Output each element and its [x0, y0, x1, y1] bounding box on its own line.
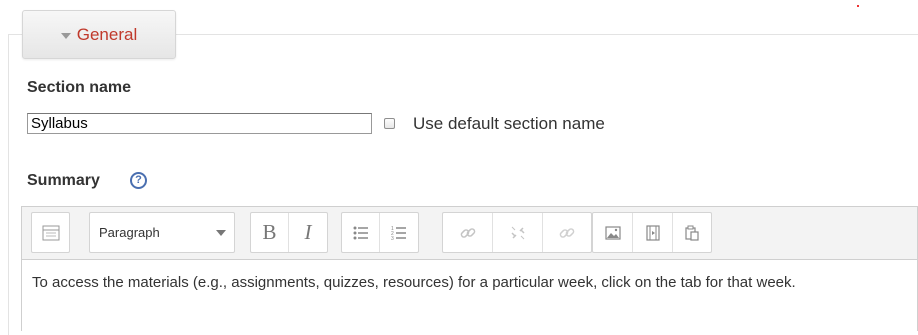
paragraph-format-select[interactable]: Paragraph — [90, 213, 234, 252]
italic-button[interactable]: I — [289, 213, 327, 252]
unordered-list-button[interactable] — [342, 213, 380, 252]
media-icon — [645, 224, 660, 241]
editor-content[interactable]: To access the materials (e.g., assignmen… — [21, 260, 918, 331]
help-icon[interactable]: ? — [130, 172, 147, 189]
summary-editor: Paragraph B I 1 2 3 To access the materi… — [21, 206, 918, 331]
toolbar-group-toggle — [31, 212, 70, 253]
link-icon — [460, 227, 475, 238]
general-section-label: General — [76, 24, 138, 44]
clipboard-icon — [685, 225, 699, 241]
bold-icon: B — [262, 220, 277, 244]
toolbar-group-links — [442, 212, 592, 253]
toolbar-group-lists: 1 2 3 — [341, 212, 419, 253]
paragraph-format-value: Paragraph — [99, 225, 160, 240]
marker-dot — [857, 5, 859, 7]
general-section-toggle[interactable]: General — [22, 10, 176, 59]
toolbar-group-format: Paragraph — [89, 212, 235, 253]
dropdown-caret-icon — [216, 229, 226, 236]
chain-icon — [559, 227, 575, 238]
toolbar-group-style: B I — [250, 212, 328, 253]
toolbar-group-media — [592, 212, 712, 253]
media-button[interactable] — [633, 213, 673, 252]
italic-icon: I — [304, 220, 312, 244]
unlink-button[interactable] — [493, 213, 543, 252]
use-default-name-checkbox[interactable] — [384, 118, 395, 129]
section-name-input[interactable] — [27, 113, 372, 134]
image-icon — [604, 225, 621, 240]
bold-button[interactable]: B — [251, 213, 289, 252]
ordered-list-button[interactable]: 1 2 3 — [380, 213, 418, 252]
link-button[interactable] — [443, 213, 493, 252]
unlink-icon — [510, 226, 525, 239]
unordered-list-icon — [353, 226, 368, 239]
use-default-name-label[interactable]: Use default section name — [413, 114, 605, 134]
editor-toolbar: Paragraph B I 1 2 3 — [21, 206, 918, 260]
collapse-triangle-icon — [60, 32, 71, 39]
summary-label: Summary — [27, 172, 100, 189]
toolbar-toggle-button[interactable] — [32, 213, 69, 252]
ordered-list-icon: 1 2 3 — [391, 226, 406, 241]
paste-button[interactable] — [673, 213, 711, 252]
section-name-label: Section name — [27, 79, 132, 96]
image-button[interactable] — [593, 213, 633, 252]
svg-text:3: 3 — [391, 236, 394, 241]
insert-link-button[interactable] — [543, 213, 591, 252]
toolbar-toggle-icon — [42, 225, 59, 240]
